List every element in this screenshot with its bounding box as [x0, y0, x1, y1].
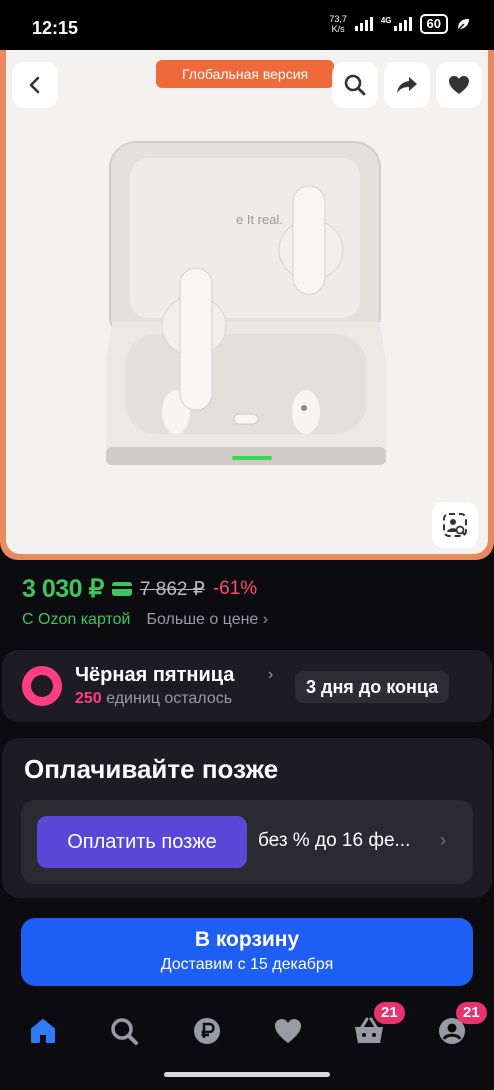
favorite-button[interactable] [436, 62, 482, 108]
discount-percent: -61% [212, 578, 258, 599]
add-to-cart-button[interactable]: В корзину Доставим с 15 декабря [21, 918, 473, 986]
nav-search[interactable] [107, 1014, 141, 1048]
profile-badge: 21 [456, 1002, 487, 1024]
network-type: 4G [380, 15, 392, 25]
network-speed: 73,7 K/s [329, 14, 347, 34]
units-text: единиц осталось [106, 690, 233, 707]
nav-finance[interactable] [190, 1014, 224, 1048]
black-friday-title: Чёрная пятница [75, 664, 235, 686]
black-friday-ring-icon [22, 666, 62, 706]
ozon-card-price: 3 030 ₽ [22, 575, 104, 603]
ozon-card-label: С Ozon картой [22, 611, 131, 628]
share-icon [397, 77, 417, 93]
search-icon [111, 1018, 138, 1045]
search-icon [344, 74, 366, 96]
price-subline: С Ozon картой Больше о цене › [22, 611, 268, 629]
add-to-cart-label: В корзину [194, 928, 300, 951]
back-icon [29, 76, 40, 94]
old-price: 7 862 ₽ [139, 578, 205, 600]
status-icons: 73,7 K/s 4G 60 [329, 14, 470, 34]
units-count: 250 [75, 690, 102, 707]
nav-favorites[interactable] [271, 1014, 305, 1048]
more-about-price-link[interactable]: Больше о цене › [146, 611, 268, 629]
search-button[interactable] [332, 62, 378, 108]
units-left: 250 единиц осталось [75, 690, 232, 708]
share-button[interactable] [384, 62, 430, 108]
cart-badge: 21 [374, 1002, 405, 1024]
status-time: 12:15 [32, 18, 79, 38]
delivery-date: Доставим с 15 декабря [160, 956, 334, 973]
heart-icon [275, 1019, 301, 1043]
product-image[interactable]: e It real. Глобальная версия [6, 50, 488, 554]
days-left-badge: 3 дня до конца [295, 671, 450, 703]
battery-icon: 60 [419, 14, 448, 34]
product-image-card: e It real. Глобальная версия [0, 50, 494, 560]
chevron-right-icon: › [440, 830, 446, 850]
image-search-button[interactable] [432, 502, 478, 548]
global-version-badge: Глобальная версия [156, 60, 335, 88]
heart-icon [449, 76, 469, 94]
price-row: 3 030 ₽ 7 862 ₽ -61% [22, 574, 257, 604]
ozon-card-icon [111, 582, 132, 596]
pay-later-button[interactable]: Оплатить позже [37, 816, 247, 868]
image-search-icon [443, 513, 467, 537]
ruble-icon [194, 1018, 220, 1044]
home-icon [31, 1019, 55, 1043]
earbuds-product-image: e It real. [106, 141, 386, 465]
signal-icon [354, 17, 373, 31]
signal-icon-2 [393, 17, 412, 31]
back-button[interactable] [12, 62, 58, 108]
pay-later-title: Оплачивайте позже [24, 754, 279, 784]
case-print: e It real. [236, 212, 283, 227]
leaf-icon [457, 19, 469, 31]
chevron-right-icon: › [268, 666, 274, 683]
nav-home[interactable] [26, 1014, 60, 1048]
status-bar: 12:15 73,7 K/s 4G 60 [0, 0, 494, 52]
pay-later-terms: без % до 16 фе... [258, 830, 411, 851]
home-indicator[interactable] [164, 1072, 330, 1077]
